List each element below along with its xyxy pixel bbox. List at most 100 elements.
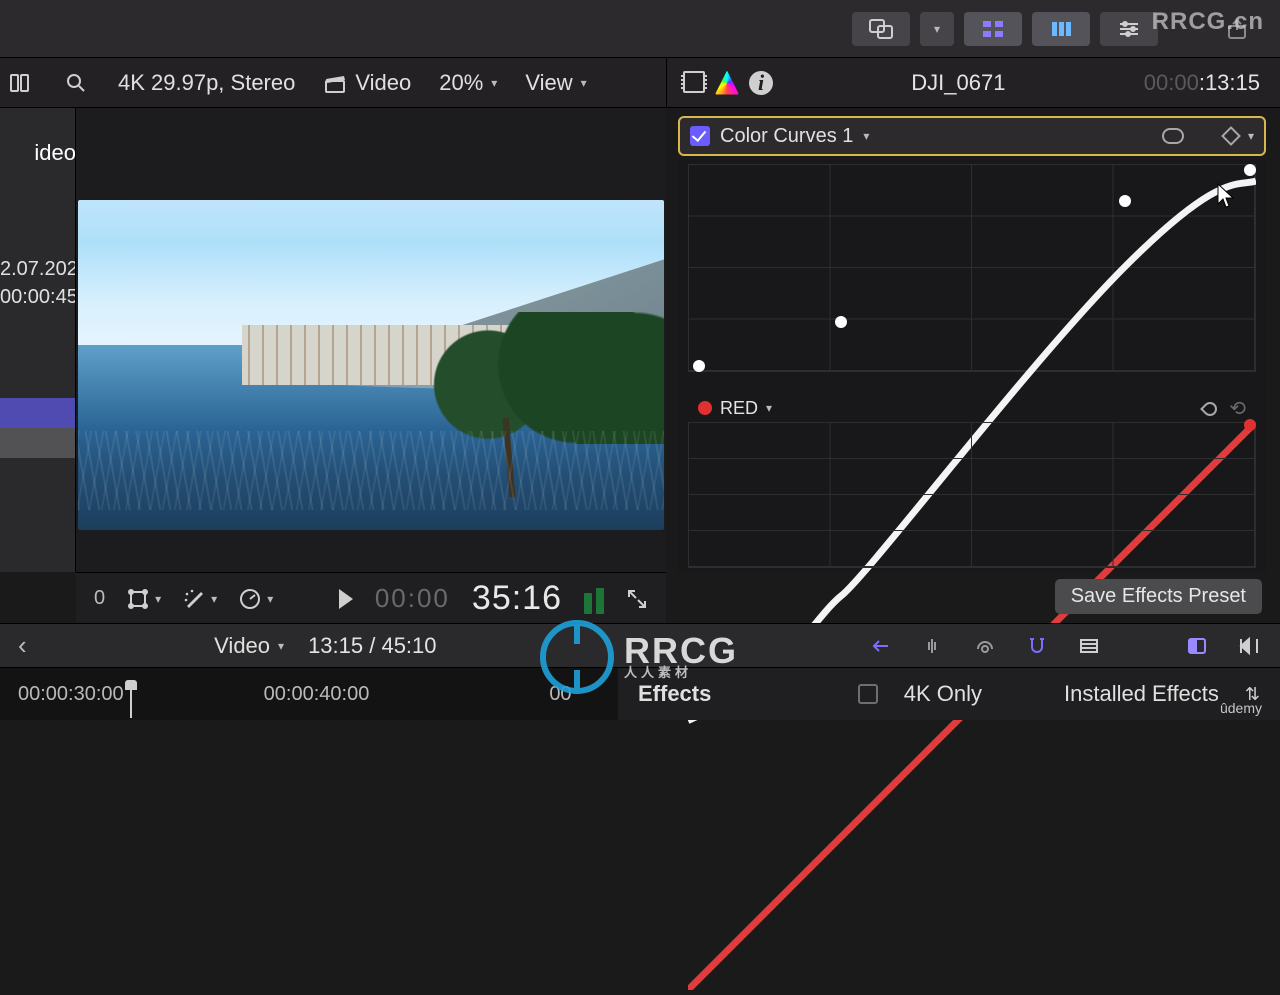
ruler-tick-label: 00:00:40:00 bbox=[264, 683, 370, 706]
channel-selector-row: RED ▾ ⟲ bbox=[698, 394, 1246, 422]
clip-format-label: 4K 29.97p, Stereo bbox=[118, 70, 295, 96]
curve-point[interactable] bbox=[693, 360, 705, 372]
timeline-ruler[interactable]: 00:00:30:00 00:00:40:00 00 bbox=[0, 667, 618, 720]
browser-date: 2.07.2023 bbox=[0, 258, 76, 281]
watermark-top: RRCG.cn bbox=[1152, 8, 1264, 36]
chevron-down-icon[interactable]: ▾ bbox=[766, 401, 772, 415]
keyframe-icon[interactable] bbox=[1221, 126, 1241, 146]
grid-tiles-icon bbox=[981, 19, 1005, 39]
timeline-tools-bar bbox=[618, 623, 1280, 667]
clapper-icon bbox=[323, 71, 347, 95]
color-curves-panel: RED ▾ ⟲ bbox=[678, 160, 1266, 572]
browser-row[interactable] bbox=[0, 428, 75, 458]
effects-title: Effects bbox=[638, 681, 711, 707]
view-label: View bbox=[525, 70, 572, 96]
retime-tool[interactable]: ▾ bbox=[239, 588, 273, 610]
red-channel-dot bbox=[698, 401, 712, 415]
effect-title-bar[interactable]: Color Curves 1 ▾ ▾ bbox=[678, 116, 1266, 156]
audio-meter-icon bbox=[584, 584, 604, 614]
snapping-toggle[interactable] bbox=[1024, 633, 1050, 659]
curve-point[interactable] bbox=[1244, 419, 1256, 431]
save-effects-preset-button[interactable]: Save Effects Preset bbox=[1055, 579, 1262, 614]
clip-mode-label: Video bbox=[355, 70, 411, 96]
inspector-clip-name: DJI_0671 bbox=[787, 70, 1130, 96]
chevron-down-icon: ▾ bbox=[211, 592, 217, 606]
timeline-index-bar: ‹ Video ▾ 13:15 / 45:10 bbox=[0, 623, 618, 667]
chevron-down-icon: ▾ bbox=[155, 592, 161, 606]
display-mode-button[interactable] bbox=[852, 12, 910, 46]
crop-icon bbox=[127, 588, 149, 610]
ruler-tick-label: 00:00:30:00 bbox=[18, 683, 124, 706]
viewer-toolbar: 0 ▾ ▾ ▾ 00:00 35:16 bbox=[76, 572, 666, 624]
workspace-columns-button[interactable] bbox=[1032, 12, 1090, 46]
browser-duration: 00:00:45:1 bbox=[0, 286, 76, 309]
skimming-toggle[interactable] bbox=[868, 633, 894, 659]
gauge-icon bbox=[239, 588, 261, 610]
zoom-value: 20% bbox=[439, 70, 483, 96]
effects-browser-toggle[interactable] bbox=[1184, 633, 1210, 659]
info-tab-icon[interactable]: i bbox=[749, 71, 773, 95]
chevron-down-icon: ▾ bbox=[934, 22, 940, 36]
columns-icon bbox=[1049, 19, 1073, 39]
mouse-cursor-icon bbox=[1217, 183, 1235, 209]
chevron-down-icon[interactable]: ▾ bbox=[1248, 129, 1254, 143]
play-button[interactable] bbox=[339, 589, 353, 609]
color-tab-icon[interactable] bbox=[715, 71, 739, 95]
audio-skimming-toggle[interactable] bbox=[920, 633, 946, 659]
sliders-icon bbox=[1118, 19, 1140, 39]
curve-point[interactable] bbox=[835, 316, 847, 328]
viewer-tc-main: 35:16 bbox=[472, 579, 562, 618]
filmstrip-toggle[interactable] bbox=[1076, 633, 1102, 659]
library-icon[interactable] bbox=[6, 69, 34, 97]
solo-toggle[interactable] bbox=[972, 633, 998, 659]
reset-icon[interactable]: ⟲ bbox=[1229, 396, 1246, 421]
viewer-canvas[interactable] bbox=[76, 108, 666, 572]
video-frame bbox=[78, 200, 664, 530]
enhance-tool[interactable]: ▾ bbox=[183, 588, 217, 610]
red-curve-graph[interactable] bbox=[688, 422, 1256, 568]
chevron-down-icon[interactable]: ▾ bbox=[863, 129, 869, 143]
inspector-timecode: 00:00:13:15 bbox=[1144, 70, 1260, 96]
watermark-udemy: ûdemy bbox=[1220, 700, 1262, 716]
index-clip-dropdown[interactable]: Video ▾ bbox=[214, 633, 284, 659]
curve-point[interactable] bbox=[1244, 164, 1256, 176]
transform-tool[interactable]: ▾ bbox=[127, 588, 161, 610]
effect-enable-checkbox[interactable] bbox=[690, 126, 710, 146]
filter-installed-label: Installed Effects bbox=[1064, 681, 1219, 707]
video-tab-icon[interactable] bbox=[683, 71, 705, 93]
wand-icon bbox=[183, 588, 205, 610]
play-icon bbox=[339, 589, 353, 609]
browser-heading: ideo bbox=[0, 140, 76, 166]
top-icon-bar: ▾ RRCG.cn bbox=[0, 0, 1280, 58]
browser-sidebar: ideo 2.07.2023 00:00:45:1 bbox=[0, 108, 76, 572]
search-icon[interactable] bbox=[62, 69, 90, 97]
curve-point[interactable] bbox=[1119, 195, 1131, 207]
view-dropdown[interactable]: View ▾ bbox=[525, 70, 586, 96]
transitions-browser-toggle[interactable] bbox=[1236, 633, 1262, 659]
effects-browser-bar: Effects 4K Only Installed Effects ⇅ bbox=[618, 667, 1280, 720]
viewer-tc-prefix: 00:00 bbox=[375, 583, 450, 614]
left-zero-label: 0 bbox=[94, 587, 105, 610]
chevron-down-icon: ▾ bbox=[267, 592, 273, 606]
inspector-header: i DJI_0671 00:00:13:15 bbox=[666, 58, 1280, 108]
luma-curve-graph[interactable] bbox=[688, 164, 1256, 372]
filter-4k-checkbox[interactable] bbox=[858, 684, 878, 704]
index-position-label: 13:15 / 45:10 bbox=[308, 633, 436, 659]
workspace-sliders-button[interactable] bbox=[1100, 12, 1158, 46]
fullscreen-button[interactable] bbox=[626, 588, 648, 610]
clip-mode-dropdown[interactable]: Video bbox=[323, 70, 411, 96]
chevron-down-icon: ▾ bbox=[581, 76, 587, 90]
viewer-panel: 0 ▾ ▾ ▾ 00:00 35:16 bbox=[76, 108, 666, 624]
browser-selected-row[interactable] bbox=[0, 398, 75, 428]
chevron-down-icon: ▾ bbox=[278, 639, 284, 653]
ruler-tick-label: 00 bbox=[549, 683, 571, 706]
display-mode-dropdown[interactable]: ▾ bbox=[920, 12, 954, 46]
zoom-dropdown[interactable]: 20% ▾ bbox=[439, 70, 497, 96]
mask-icon[interactable] bbox=[1162, 128, 1184, 144]
workspace-tiles-button[interactable] bbox=[964, 12, 1022, 46]
eyedropper-icon[interactable] bbox=[1201, 398, 1221, 418]
filter-4k-label: 4K Only bbox=[904, 681, 982, 707]
expand-icon bbox=[626, 588, 648, 610]
playhead[interactable] bbox=[130, 688, 132, 718]
index-prev-button[interactable]: ‹ bbox=[18, 630, 27, 661]
